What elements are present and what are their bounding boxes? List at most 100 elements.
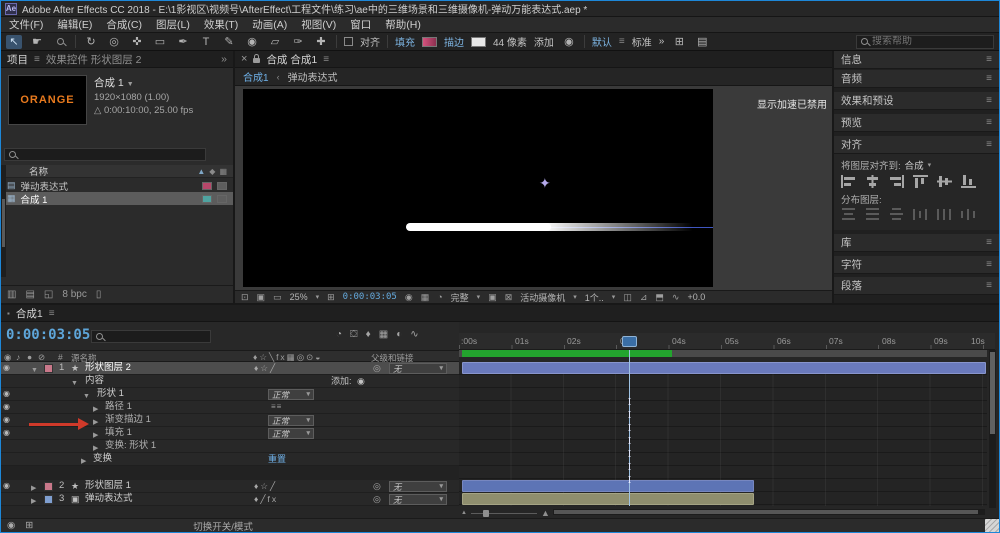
panel-menu-icon[interactable]: ≡ <box>986 117 992 128</box>
pen-tool-icon[interactable]: ✒ <box>175 35 191 49</box>
snap-checkbox[interactable] <box>344 37 353 46</box>
column-name[interactable]: 名称 <box>29 164 48 178</box>
timeline-vertical-scrollbar[interactable] <box>989 350 996 508</box>
group-row-transform[interactable]: ▶ 变换 重置 <box>1 453 459 466</box>
panel-menu-icon[interactable]: ≡ <box>49 308 55 319</box>
selection-tool-icon[interactable]: ↖ <box>6 34 22 49</box>
property-name[interactable]: 渐变描边 1 <box>105 414 151 426</box>
layer-2-duration-bar[interactable] <box>462 480 754 492</box>
stroke-color-swatch[interactable] <box>471 36 486 47</box>
distribute-right-button[interactable] <box>961 208 976 221</box>
eye-icon[interactable]: ◉ <box>3 362 10 374</box>
panel-audio[interactable]: 音频 ≡ <box>834 70 999 88</box>
panel-menu-icon[interactable]: ≡ <box>986 280 992 291</box>
fill-label[interactable]: 填充 <box>395 34 415 49</box>
distribute-left-button[interactable] <box>913 208 928 221</box>
show-snapshot-icon[interactable]: ▦ <box>421 292 430 303</box>
shape-tool-icon[interactable]: ▭ <box>152 35 168 49</box>
property-name[interactable]: 路径 1 <box>105 401 132 413</box>
property-name[interactable]: 填充 1 <box>105 427 132 439</box>
time-ruler[interactable]: :00s 01s 02s 03s 04s 05s 06s 07s 08s 09s… <box>459 333 995 350</box>
timeline-timecode[interactable]: 0:00:03:05 <box>6 327 90 343</box>
label-color-chip[interactable] <box>202 181 212 190</box>
pan-behind-tool-icon[interactable]: ✜ <box>129 35 145 49</box>
viewer-timecode[interactable]: 0:00:03:05 <box>343 292 397 302</box>
zoom-slider-handle[interactable] <box>482 509 489 517</box>
viewport[interactable]: ✦ 显示加速已禁用 <box>235 86 832 290</box>
project-vertical-scrollbar[interactable] <box>1 165 6 277</box>
panel-info[interactable]: 信息 ≡ <box>834 51 999 69</box>
align-right-button[interactable] <box>889 175 904 188</box>
layer-3-duration-bar[interactable] <box>462 493 754 505</box>
timeline-button-icon[interactable]: ⬒ <box>655 292 664 303</box>
zoom-in-mountain-icon[interactable]: ▲ <box>541 508 550 518</box>
trash-icon[interactable]: ▯ <box>96 289 102 300</box>
add-label[interactable]: 添加 <box>534 34 554 49</box>
expander-icon[interactable]: ▶ <box>81 456 86 468</box>
panel-menu-icon[interactable]: ≡ <box>986 259 992 270</box>
caret-down-icon[interactable]: ▾ <box>612 293 616 301</box>
panel-menu-icon[interactable]: ≡ <box>323 54 329 65</box>
group-name[interactable]: 变换 <box>93 453 112 465</box>
expander-icon[interactable]: ▶ <box>31 496 36 508</box>
workspace-overflow[interactable]: » <box>659 36 665 47</box>
transparency-grid-icon[interactable]: ⊠ <box>505 292 513 303</box>
stroke-width-value[interactable]: 44 像素 <box>493 34 527 49</box>
interpret-footage-icon[interactable]: ▥ <box>7 289 16 300</box>
rotation-tool-icon[interactable]: ↻ <box>83 35 99 49</box>
eye-icon[interactable]: ◉ <box>3 427 10 439</box>
reset-button[interactable]: 重置 <box>268 453 286 465</box>
toggle-switches-modes[interactable]: 切换开关/模式 <box>193 519 253 533</box>
fill-color-swatch[interactable] <box>422 36 437 47</box>
eraser-tool-icon[interactable]: ▱ <box>267 35 283 49</box>
hand-tool-icon[interactable]: ☛ <box>29 35 45 49</box>
align-bottom-button[interactable] <box>961 175 976 188</box>
zoom-level[interactable]: 25% <box>290 292 308 302</box>
panel-menu-icon[interactable]: ≡ <box>986 95 992 106</box>
composition-profiler-icon[interactable]: ⊞ <box>25 520 33 531</box>
group-name[interactable]: 内容 <box>85 375 104 387</box>
menu-item-view[interactable]: 视图(V) <box>301 17 336 32</box>
menu-item-edit[interactable]: 编辑(E) <box>57 17 92 32</box>
align-vcenter-button[interactable] <box>937 175 952 188</box>
grid-icon[interactable]: ⊞ <box>671 35 687 49</box>
close-icon[interactable]: × <box>241 53 247 65</box>
layer-1-duration-bar[interactable] <box>462 362 986 374</box>
puppet-pin-tool-icon[interactable]: ✚ <box>313 35 329 49</box>
eye-icon[interactable]: ◉ <box>3 414 10 426</box>
resize-grip[interactable] <box>985 519 999 532</box>
distribute-hcenter-button[interactable] <box>937 208 952 221</box>
render-toggle-icon[interactable]: ◉ <box>7 520 15 531</box>
blend-mode-dropdown[interactable]: 正常 ▾ <box>268 415 314 426</box>
primary-viewer-icon[interactable]: ▣ <box>257 292 266 303</box>
new-composition-icon[interactable]: ◱ <box>44 289 53 300</box>
layer-name[interactable]: 形状图层 1 <box>85 480 131 492</box>
add-menu-icon[interactable]: ◉ <box>561 35 577 49</box>
parent-dropdown[interactable]: 无 ▾ <box>389 363 447 374</box>
menu-item-composition[interactable]: 合成(C) <box>106 17 142 32</box>
motion-blur-icon[interactable]: ◐ <box>396 329 402 340</box>
panel-menu-icon[interactable]: ≡ <box>34 54 40 65</box>
layer-switch-icons[interactable]: ♦☆╱ <box>254 480 277 492</box>
column-label-icon[interactable]: ▦ <box>219 167 227 176</box>
graph-editor-icon[interactable]: ∿ <box>410 329 418 340</box>
pixel-aspect-icon[interactable]: ◫ <box>623 292 632 303</box>
menu-item-window[interactable]: 窗口 <box>350 17 371 32</box>
camera-tool-icon[interactable]: ◎ <box>106 35 122 49</box>
caret-down-icon[interactable]: ▾ <box>573 293 577 301</box>
sort-arrow-icon[interactable]: ▲ <box>197 167 205 176</box>
menu-item-animation[interactable]: 动画(A) <box>252 17 287 32</box>
layer-name[interactable]: 弹动表达式 <box>85 493 133 505</box>
workspace-standard[interactable]: 标准 <box>632 34 652 49</box>
prop-row-transform-shape1[interactable]: ▶ 变换: 形状 1 <box>1 440 459 453</box>
path-option-icons[interactable]: ≡≡ <box>271 401 282 413</box>
caret-down-icon[interactable]: ▼ <box>127 81 134 88</box>
blend-mode-dropdown[interactable]: 正常 ▾ <box>268 428 314 439</box>
prop-row-path1[interactable]: ◉ ▶ 路径 1 ≡≡ <box>1 401 459 414</box>
layer-row-3[interactable]: ▶ 3 ▣ 弹动表达式 ♦╱fx ◎ 无 ▾ <box>1 493 459 506</box>
parent-dropdown[interactable]: 无 ▾ <box>389 481 447 492</box>
eye-icon[interactable]: ◉ <box>3 401 10 413</box>
prop-row-fill1[interactable]: ◉ ▶ 填充 1 正常 ▾ <box>1 427 459 440</box>
work-area-bar[interactable] <box>459 350 987 357</box>
project-bpc[interactable]: 8 bpc <box>62 289 86 300</box>
